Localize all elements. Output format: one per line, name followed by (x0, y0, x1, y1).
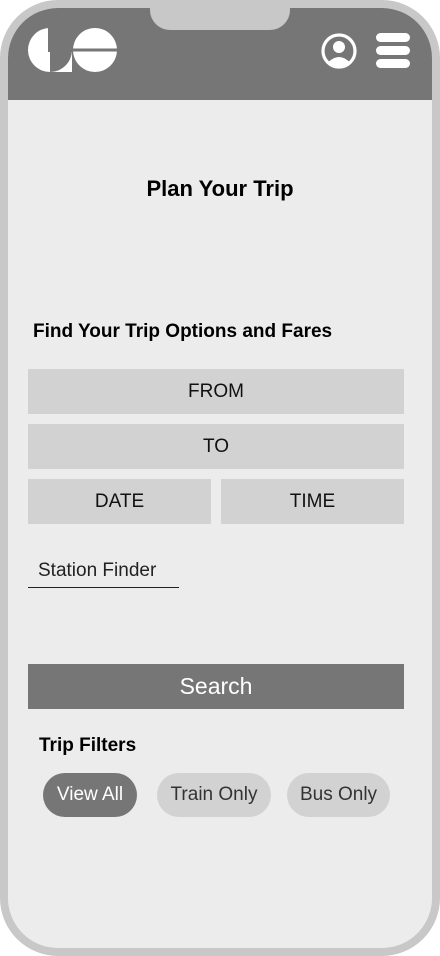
date-field[interactable]: DATE (28, 479, 211, 524)
filter-view-all-chip[interactable]: View All (43, 773, 137, 817)
search-button[interactable]: Search (28, 664, 404, 709)
trip-options-heading: Find Your Trip Options and Fares (33, 321, 333, 342)
filter-bus-only-chip[interactable]: Bus Only (287, 773, 390, 817)
time-field[interactable]: TIME (221, 479, 404, 524)
to-field[interactable]: TO (28, 424, 404, 469)
page-title: Plan Your Trip (146, 176, 294, 201)
app-header (8, 8, 432, 100)
trip-filters-heading: Trip Filters (39, 735, 137, 756)
station-finder-link[interactable]: Station Finder (28, 556, 179, 588)
phone-frame: Plan Your Trip Find Your Trip Options an… (0, 0, 440, 956)
go-transit-logo-icon[interactable] (28, 28, 118, 72)
filter-train-only-chip[interactable]: Train Only (157, 773, 271, 817)
device-notch (150, 8, 290, 30)
user-circle-icon[interactable] (320, 32, 358, 70)
from-field[interactable]: FROM (28, 369, 404, 414)
hamburger-menu-icon[interactable] (374, 33, 412, 69)
